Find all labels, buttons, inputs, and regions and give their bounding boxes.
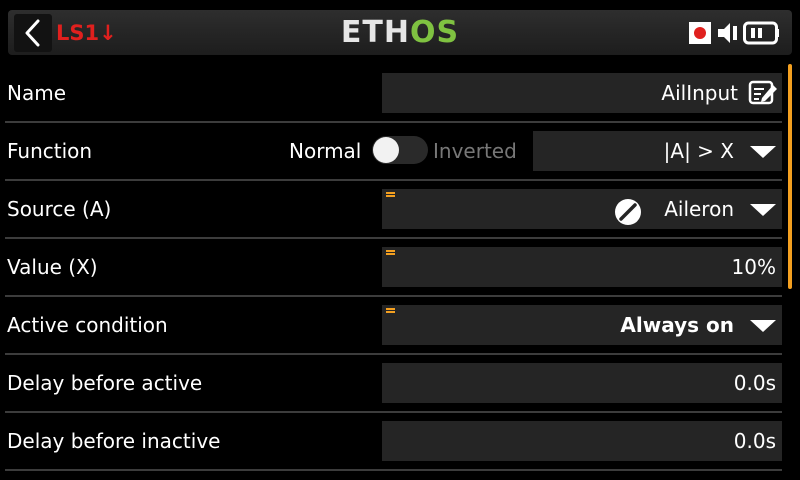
active-condition-dropdown[interactable]: Always on (382, 305, 782, 345)
toggle-knob (373, 137, 399, 163)
row-function: Function Normal Inverted |A| > X (0, 123, 790, 181)
toggle-normal-label: Normal (289, 139, 362, 163)
active-condition-value: Always on (620, 313, 734, 337)
options-menu-icon[interactable] (386, 250, 395, 258)
delay-inactive-label: Delay before inactive (7, 429, 221, 453)
row-delay-active: Delay before active 0.0s (0, 355, 790, 413)
chevron-down-icon (750, 204, 776, 216)
delay-inactive-value: 0.0s (733, 429, 776, 453)
value-x-field[interactable]: 10% (382, 247, 782, 287)
stick-source-icon (614, 198, 642, 230)
edit-icon[interactable] (748, 79, 778, 111)
battery-icon[interactable] (743, 20, 781, 50)
row-value-x: Value (X) 10% (0, 239, 790, 297)
chevron-down-icon (750, 320, 776, 332)
options-menu-icon[interactable] (386, 308, 395, 316)
row-delay-inactive: Delay before inactive 0.0s (0, 413, 790, 471)
row-name: Name AilInput (0, 65, 790, 123)
invert-toggle[interactable] (372, 136, 428, 164)
logic-switch-form: Name AilInput Function Normal Inverted |… (0, 65, 790, 480)
row-divider (5, 469, 782, 471)
record-icon[interactable] (688, 20, 712, 48)
row-active-condition: Active condition Always on (0, 297, 790, 355)
logo-part2: OS (409, 15, 460, 50)
function-label: Function (7, 139, 93, 163)
active-condition-label: Active condition (7, 313, 168, 337)
delay-inactive-field[interactable]: 0.0s (382, 421, 782, 461)
delay-active-field[interactable]: 0.0s (382, 363, 782, 403)
speaker-icon[interactable] (716, 20, 742, 50)
name-value: AilInput (661, 81, 738, 105)
name-label: Name (7, 81, 67, 105)
function-value: |A| > X (663, 139, 734, 163)
name-field[interactable]: AilInput (382, 73, 782, 113)
row-source: Source (A) Aileron (0, 181, 790, 239)
function-dropdown[interactable]: |A| > X (533, 131, 782, 171)
options-menu-icon[interactable] (386, 192, 395, 200)
logo-part1: ETH (340, 15, 410, 50)
value-x-value: 10% (731, 255, 776, 279)
source-dropdown[interactable]: Aileron (382, 189, 782, 229)
chevron-down-icon (750, 146, 776, 158)
header: LS1↓ ETHOS (0, 0, 800, 62)
delay-active-label: Delay before active (7, 371, 203, 395)
ethos-logo: ETHOS (0, 17, 800, 49)
delay-active-value: 0.0s (733, 371, 776, 395)
source-value: Aileron (664, 197, 734, 221)
value-x-label: Value (X) (7, 255, 98, 279)
source-label: Source (A) (7, 197, 112, 221)
toggle-inverted-label: Inverted (433, 139, 517, 163)
